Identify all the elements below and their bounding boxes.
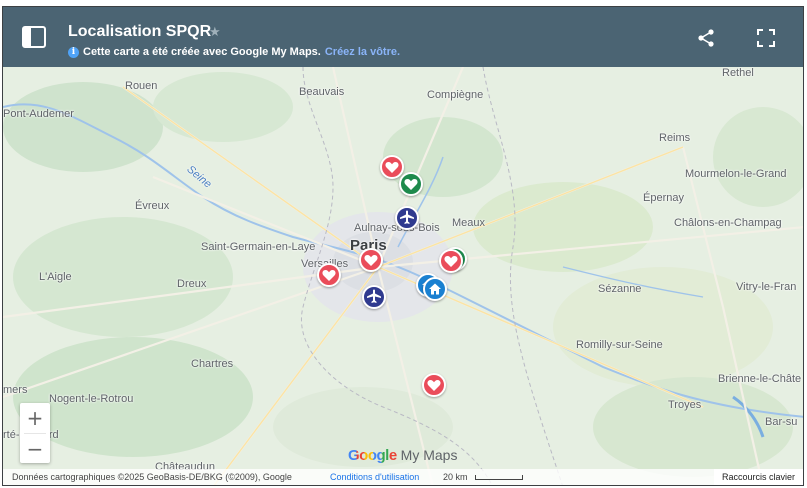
star-icon[interactable]: ★ [209,24,221,40]
zoom-out-button[interactable]: − [20,434,50,464]
google-my-maps-logo: Google My Maps [348,447,457,464]
label-nogent: Nogent-le-Rotrou [49,393,134,405]
label-romilly: Romilly-sur-Seine [576,339,663,351]
heart-marker[interactable] [380,155,404,179]
share-icon[interactable] [696,28,716,48]
google-wordmark: Google [348,447,397,464]
label-evreux: Évreux [135,200,170,212]
map-title: Localisation SPQR [68,23,212,40]
keyboard-shortcuts-button[interactable]: Raccourcis clavier [713,469,803,485]
label-meaux: Meaux [452,217,486,229]
map-base-terrain [3,67,803,485]
label-brienne: Brienne-le-Châte [718,373,802,385]
label-dreux: Dreux [177,278,207,290]
label-troyes: Troyes [668,399,702,411]
airport-marker-north[interactable] [395,206,419,230]
heart-icon [444,255,458,267]
heart-icon [364,254,378,266]
home-icon [429,283,441,295]
heart-marker[interactable] [439,249,463,273]
zoom-control: + − [20,403,50,463]
map-attribution: Données cartographiques ©2025 GeoBasis-D… [12,472,292,482]
info-text: Cette carte a été créée avec Google My M… [83,46,321,58]
heart-icon [385,161,399,173]
label-mourmelon: Mourmelon-le-Grand [685,168,787,180]
map-subtitle: i Cette carte a été créée avec Google My… [68,46,400,58]
zoom-in-button[interactable]: + [20,403,50,433]
sidebar-toggle-icon[interactable] [21,25,47,49]
map-footer: Données cartographiques ©2025 GeoBasis-D… [3,469,803,485]
label-laigle: L'Aigle [39,271,72,283]
map-canvas[interactable]: Rouen Beauvais Compiègne Rethel Pont-Aud… [3,67,803,485]
heart-marker[interactable] [422,373,446,397]
label-chartres: Chartres [191,358,234,370]
label-saint-germain: Saint-Germain-en-Laye [201,241,316,253]
label-bar: Bar-su [765,416,798,428]
google-text: Google [348,447,397,464]
heart-marker[interactable] [359,248,383,272]
heart-icon [404,178,418,190]
my-maps-text: My Maps [400,447,458,463]
terms-link[interactable]: Conditions d'utilisation [330,472,419,482]
heart-icon [427,379,441,391]
label-sezanne: Sézanne [598,283,642,295]
label-compiegne: Compiègne [427,89,484,101]
home-marker[interactable] [423,277,447,301]
heart-icon [322,269,336,281]
map-frame: Localisation SPQR ★ i Cette carte a été … [2,6,804,486]
label-chalons: Châlons-en-Champag [674,217,782,229]
label-epernay: Épernay [643,192,684,204]
label-rethel: Rethel [722,67,754,79]
create-map-link[interactable]: Créez la vôtre. [325,46,400,58]
label-reims: Reims [659,132,691,144]
label-beauvais: Beauvais [299,86,345,98]
heart-marker[interactable] [317,263,341,287]
label-rouen: Rouen [125,80,158,92]
label-mers: mers [3,384,28,396]
scale-label: 20 km [443,472,468,482]
label-pont-audemer: Pont-Audemer [3,108,74,120]
airplane-icon [400,210,414,224]
fullscreen-icon[interactable] [756,28,776,48]
label-vitry: Vitry-le-Fran [736,281,797,293]
airport-marker-south[interactable] [362,285,386,309]
heart-marker-green[interactable] [399,172,423,196]
map-header: Localisation SPQR ★ i Cette carte a été … [3,7,803,67]
info-icon: i [68,46,79,58]
scale-bar [475,475,523,480]
airplane-icon [367,289,381,303]
